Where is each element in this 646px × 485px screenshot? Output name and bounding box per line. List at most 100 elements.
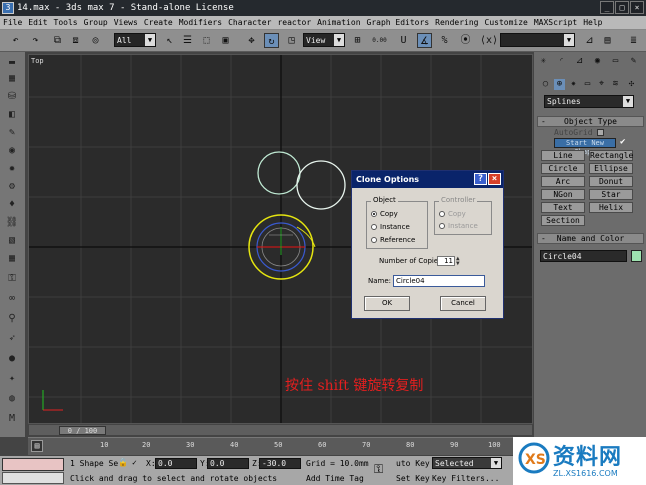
- menu-group[interactable]: Group: [81, 18, 111, 27]
- curve-editor-icon[interactable]: ▤: [31, 440, 43, 452]
- autogrid-checkbox[interactable]: AutoGrid: [554, 128, 605, 137]
- number-of-copies-input[interactable]: 11: [437, 256, 455, 266]
- unlink-icon[interactable]: ⧈: [68, 33, 83, 48]
- brush-icon[interactable]: ♦: [4, 198, 20, 212]
- spacewarps-icon[interactable]: ≋: [610, 79, 621, 90]
- maxscript-listener-mini[interactable]: [2, 458, 64, 471]
- add-time-tag-button[interactable]: Add Time Tag: [306, 474, 364, 483]
- undo-icon[interactable]: ↶: [8, 33, 23, 48]
- maxscript-output-mini[interactable]: [2, 472, 64, 484]
- cameras-icon[interactable]: ▭: [582, 79, 593, 90]
- text-button[interactable]: Text: [541, 202, 585, 213]
- menu-reactor[interactable]: reactor: [274, 18, 314, 27]
- maximize-button[interactable]: □: [615, 1, 629, 14]
- box-icon[interactable]: ◧: [4, 108, 20, 122]
- select-by-name-icon[interactable]: ☰: [180, 33, 195, 48]
- cancel-button[interactable]: Cancel: [440, 296, 486, 311]
- chain-icon[interactable]: ⛓: [4, 216, 20, 230]
- modify-tab-icon[interactable]: ◜: [556, 56, 567, 67]
- ok-button[interactable]: OK: [364, 296, 410, 311]
- lock-icon[interactable]: 🔒: [118, 458, 128, 467]
- close-button[interactable]: ×: [630, 1, 644, 14]
- cube-icon[interactable]: ▧: [4, 234, 20, 248]
- layer-manager-icon[interactable]: ≣: [626, 33, 641, 48]
- object-type-rollout[interactable]: - Object Type: [537, 116, 644, 127]
- light-icon[interactable]: ✹: [4, 162, 20, 176]
- menu-modifiers[interactable]: Modifiers: [176, 18, 225, 27]
- help-icon[interactable]: ?: [474, 173, 487, 185]
- hierarchy-tab-icon[interactable]: ⊿: [574, 56, 585, 67]
- edit-named-selection-icon[interactable]: ⟨x⟩: [480, 33, 498, 48]
- gear-icon[interactable]: ⚙: [4, 180, 20, 194]
- name-and-color-rollout[interactable]: - Name and Color: [537, 233, 644, 244]
- geometry-icon[interactable]: ○: [540, 79, 551, 90]
- star-button[interactable]: Star: [589, 189, 633, 200]
- cylinder-icon[interactable]: ⛁: [4, 90, 20, 104]
- line-button[interactable]: Line: [541, 150, 585, 161]
- z-coordinate-field[interactable]: -30.0: [259, 458, 301, 469]
- menu-create[interactable]: Create: [141, 18, 176, 27]
- create-tab-icon[interactable]: ✳: [538, 56, 549, 67]
- menu-animation[interactable]: Animation: [314, 18, 363, 27]
- time-slider[interactable]: 0 / 100: [28, 424, 533, 436]
- menu-maxscript[interactable]: MAXScript: [531, 18, 580, 27]
- circle-button[interactable]: Circle: [541, 163, 585, 174]
- pencil-icon[interactable]: ✎: [4, 126, 20, 140]
- ellipse-button[interactable]: Ellipse: [589, 163, 633, 174]
- helpers-icon[interactable]: ⌖: [596, 79, 607, 90]
- key-filters-button[interactable]: Key Filters...: [432, 474, 499, 483]
- menu-customize[interactable]: Customize: [482, 18, 531, 27]
- menu-rendering[interactable]: Rendering: [432, 18, 481, 27]
- rectangle-button[interactable]: Rectangle: [589, 150, 633, 161]
- key-icon[interactable]: ⚿: [4, 272, 20, 286]
- loop-icon[interactable]: ∞: [4, 292, 20, 306]
- key-icon[interactable]: ⚿: [374, 462, 383, 477]
- motion-tab-icon[interactable]: ◉: [592, 56, 603, 67]
- arrow-icon[interactable]: ➶: [4, 332, 20, 346]
- scale-icon[interactable]: ◳: [284, 33, 299, 48]
- spinner-icon[interactable]: ▲ ▼: [456, 256, 460, 267]
- object-copy-radio[interactable]: Copy: [371, 210, 398, 218]
- y-coordinate-field[interactable]: 0.0: [207, 458, 249, 469]
- bind-spacewarp-icon[interactable]: ◎: [88, 33, 103, 48]
- object-color-swatch[interactable]: [631, 250, 642, 262]
- viewport-label[interactable]: Top: [31, 57, 44, 65]
- sphere-icon[interactable]: ◍: [4, 392, 20, 406]
- donut-button[interactable]: Donut: [589, 176, 633, 187]
- blob-icon[interactable]: ●: [4, 352, 20, 366]
- mirror-icon[interactable]: ⊿: [582, 33, 597, 48]
- align-icon[interactable]: ▤: [600, 33, 615, 48]
- utilities-tab-icon[interactable]: ✎: [628, 56, 639, 67]
- window-crossing-icon[interactable]: ▣: [218, 33, 233, 48]
- menu-edit[interactable]: Edit: [25, 18, 50, 27]
- object-name-field[interactable]: Circle04: [540, 250, 627, 262]
- render-icon[interactable]: ▦: [4, 72, 20, 86]
- helix-button[interactable]: Helix: [589, 202, 633, 213]
- redo-icon[interactable]: ↷: [28, 33, 43, 48]
- auto-key-button[interactable]: uto Key: [396, 459, 430, 468]
- pivot-center-icon[interactable]: ⊞: [350, 33, 365, 48]
- key-mode-dropdown[interactable]: Selected ▼: [432, 457, 502, 469]
- section-button[interactable]: Section: [541, 215, 585, 226]
- app-icon[interactable]: 3: [2, 2, 14, 14]
- lights-icon[interactable]: ✷: [568, 79, 579, 90]
- mask-icon[interactable]: M: [4, 412, 20, 426]
- menu-file[interactable]: File: [0, 18, 25, 27]
- region-select-icon[interactable]: ⬚: [199, 33, 214, 48]
- dialog-close-icon[interactable]: ×: [488, 173, 501, 185]
- menu-tools[interactable]: Tools: [51, 18, 81, 27]
- snap-toggle-icon[interactable]: U: [396, 33, 411, 48]
- minimize-button[interactable]: _: [600, 1, 614, 14]
- set-key-button[interactable]: Set Key: [396, 474, 430, 483]
- object-reference-radio[interactable]: Reference: [371, 236, 415, 244]
- shapes-icon[interactable]: ⊕: [554, 79, 565, 90]
- menu-graph-editors[interactable]: Graph Editors: [364, 18, 433, 27]
- rotate-icon[interactable]: ↻: [264, 33, 279, 48]
- systems-icon[interactable]: ✣: [626, 79, 637, 90]
- spinner-snap-icon[interactable]: ⦿: [458, 33, 473, 48]
- percent-snap-icon[interactable]: %: [437, 33, 452, 48]
- shelf-icon[interactable]: ▬: [4, 56, 20, 70]
- move-icon[interactable]: ✥: [244, 33, 259, 48]
- time-slider-thumb[interactable]: 0 / 100: [59, 426, 106, 435]
- menu-views[interactable]: Views: [111, 18, 141, 27]
